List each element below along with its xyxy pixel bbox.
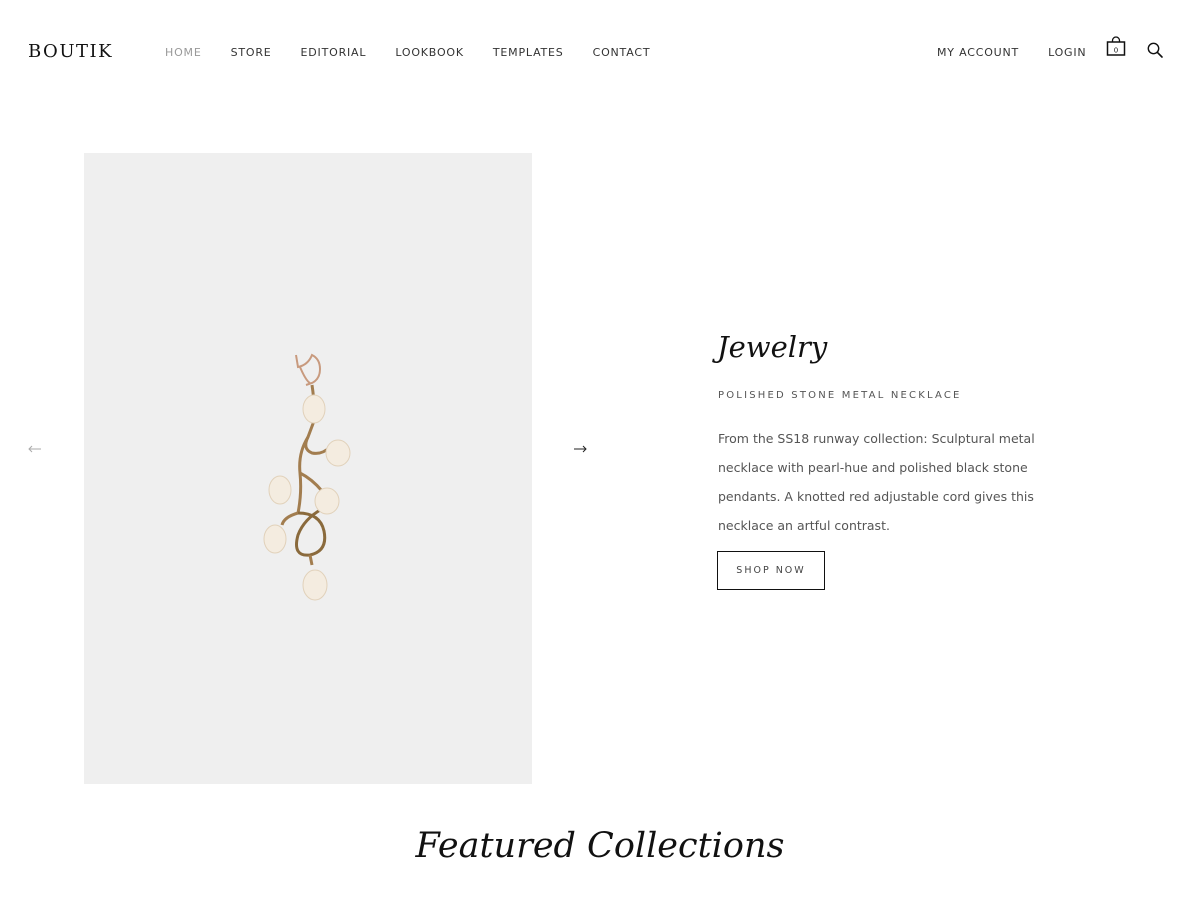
login-link[interactable]: LOGIN [1048,46,1086,59]
account-nav: MY ACCOUNT LOGIN [937,46,1115,59]
site-logo[interactable]: BOUTIK [28,41,113,62]
search-icon[interactable] [1146,41,1164,59]
my-account-link[interactable]: MY ACCOUNT [937,46,1019,59]
nav-item-templates[interactable]: TEMPLATES [493,46,564,59]
slide-description: From the SS18 runway collection: Sculptu… [718,431,1035,533]
featured-collections-heading: Featured Collections [415,826,785,866]
nav-item-lookbook[interactable]: LOOKBOOK [395,46,464,59]
nav-item-editorial[interactable]: EDITORIAL [301,46,367,59]
slide-subtitle: POLISHED STONE METAL NECKLACE [718,390,962,401]
svg-text:0: 0 [1114,47,1118,55]
arrow-right-icon[interactable] [572,441,588,457]
nav-item-home[interactable]: HOME [165,46,202,59]
main-nav: HOME STORE EDITORIAL LOOKBOOK TEMPLATES … [165,46,679,59]
product-image [84,153,532,784]
nav-item-store[interactable]: STORE [231,46,272,59]
arrow-left-icon[interactable] [27,441,43,457]
site-header: BOUTIK HOME STORE EDITORIAL LOOKBOOK TEM… [0,0,1200,105]
slide-title: Jewelry [717,330,828,364]
nav-item-contact[interactable]: CONTACT [593,46,651,59]
shopping-bag-icon[interactable]: 0 [1105,36,1127,58]
pearl-necklace-illustration [263,353,351,601]
shop-now-button[interactable]: SHOP NOW [717,551,825,590]
